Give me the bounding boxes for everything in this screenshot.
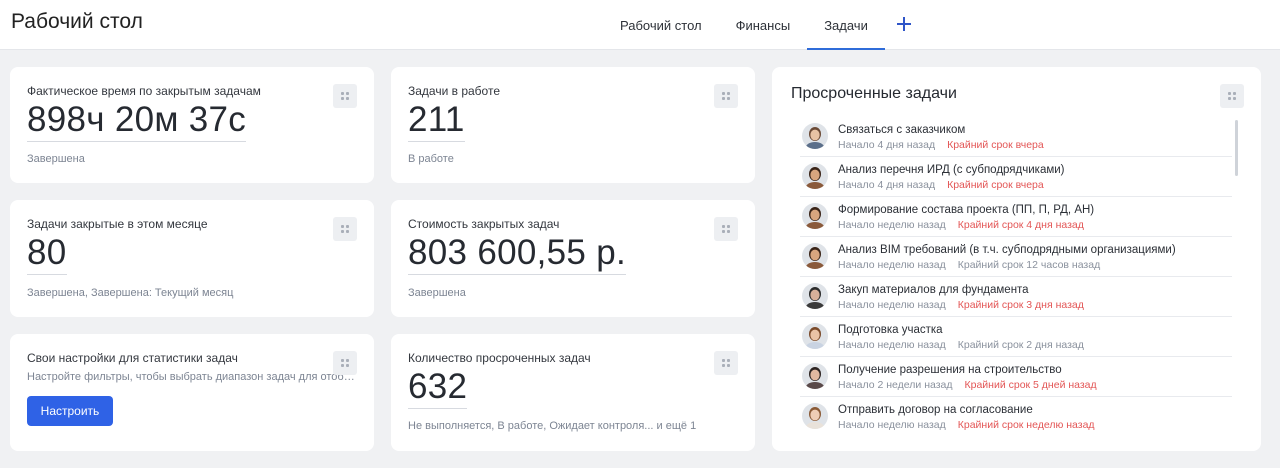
task-start: Начало неделю назад <box>838 299 946 311</box>
avatar <box>802 283 828 309</box>
task-start: Начало 4 дня назад <box>838 179 936 191</box>
drag-handle-icon[interactable] <box>333 217 357 241</box>
overdue-tasks-panel: Просроченные задачи Связаться с заказчик… <box>772 67 1261 451</box>
task-row[interactable]: Получение разрешения на строительство Нач… <box>800 357 1232 397</box>
widget-title: Свои настройки для статистики задач <box>27 351 238 365</box>
task-title[interactable]: Отправить договор на согласование <box>838 404 1033 416</box>
task-meta: Начало неделю назад Крайний срок неделю н… <box>838 419 1095 431</box>
task-meta: Начало 4 дня назад Крайний срок вчера <box>838 179 1044 191</box>
task-start: Начало 2 недели назад <box>838 379 953 391</box>
widget-value[interactable]: 803 600,55 р. <box>408 233 626 275</box>
drag-handle-icon[interactable] <box>714 351 738 375</box>
task-start: Начало неделю назад <box>838 259 946 271</box>
avatar <box>802 243 828 269</box>
plus-icon[interactable] <box>895 15 913 33</box>
task-title[interactable]: Связаться с заказчиком <box>838 124 965 136</box>
widget-value[interactable]: 80 <box>27 233 67 275</box>
page-title: Рабочий стол <box>11 10 143 33</box>
top-bar: Рабочий стол Рабочий стол Финансы Задачи <box>0 0 1280 50</box>
task-row[interactable]: Закуп материалов для фундамента Начало не… <box>800 277 1232 317</box>
panel-title: Просроченные задачи <box>791 85 957 102</box>
tab-desktop[interactable]: Рабочий стол <box>603 0 719 50</box>
task-start: Начало неделю назад <box>838 419 946 431</box>
widget-closed-cost: Стоимость закрытых задач 803 600,55 р. З… <box>391 200 755 317</box>
task-meta: Начало неделю назад Крайний срок 12 часов… <box>838 259 1100 271</box>
task-start: Начало неделю назад <box>838 339 946 351</box>
task-deadline: Крайний срок 5 дней назад <box>964 379 1097 391</box>
widget-custom-settings: Свои настройки для статистики задач Наст… <box>10 334 374 451</box>
task-start: Начало неделю назад <box>838 219 946 231</box>
widget-title: Задачи закрытые в этом месяце <box>27 217 208 231</box>
avatar <box>802 203 828 229</box>
task-meta: Начало неделю назад Крайний срок 2 дня на… <box>838 339 1084 351</box>
tab-bar: Рабочий стол Финансы Задачи <box>603 0 885 50</box>
widget-actual-time: Фактическое время по закрытым задачам 89… <box>10 67 374 183</box>
task-row[interactable]: Анализ перечня ИРД (с субподрядчиками) На… <box>800 157 1232 197</box>
drag-handle-icon[interactable] <box>1220 84 1244 108</box>
widget-value[interactable]: 898ч 20м 37с <box>27 100 247 142</box>
task-meta: Начало неделю назад Крайний срок 4 дня на… <box>838 219 1084 231</box>
widget-note: Не выполняется, В работе, Ожидает контро… <box>408 420 697 432</box>
task-title[interactable]: Подготовка участка <box>838 324 943 336</box>
task-deadline: Крайний срок 12 часов назад <box>957 259 1101 271</box>
task-row[interactable]: Анализ BIM требований (в т.ч. субподрядн… <box>800 237 1232 277</box>
drag-handle-icon[interactable] <box>714 84 738 108</box>
widget-note: Завершена <box>27 153 85 165</box>
widget-closed-this-month: Задачи закрытые в этом месяце 80 Заверше… <box>10 200 374 317</box>
widget-title: Фактическое время по закрытым задачам <box>27 84 261 98</box>
avatar <box>802 363 828 389</box>
widget-value[interactable]: 632 <box>408 367 468 409</box>
drag-handle-icon[interactable] <box>333 84 357 108</box>
tab-finance[interactable]: Финансы <box>719 0 808 50</box>
task-row[interactable]: Формирование состава проекта (ПП, П, РД,… <box>800 197 1232 237</box>
task-title[interactable]: Формирование состава проекта (ПП, П, РД,… <box>838 204 1094 216</box>
task-list: Связаться с заказчиком Начало 4 дня назад… <box>800 117 1232 437</box>
widget-note: Завершена <box>408 287 466 299</box>
task-meta: Начало неделю назад Крайний срок 3 дня на… <box>838 299 1084 311</box>
task-start: Начало 4 дня назад <box>838 139 936 151</box>
task-title[interactable]: Анализ BIM требований (в т.ч. субподрядн… <box>838 244 1176 256</box>
task-deadline: Крайний срок неделю назад <box>957 419 1095 431</box>
drag-handle-icon[interactable] <box>714 217 738 241</box>
drag-handle-icon[interactable] <box>333 351 357 375</box>
task-deadline: Крайний срок вчера <box>947 139 1044 151</box>
widget-title: Задачи в работе <box>408 84 500 98</box>
task-deadline: Крайний срок 3 дня назад <box>957 299 1084 311</box>
task-deadline: Крайний срок 4 дня назад <box>957 219 1084 231</box>
widget-title: Количество просроченных задач <box>408 351 591 365</box>
widget-in-progress: Задачи в работе 211 В работе <box>391 67 755 183</box>
task-deadline: Крайний срок 2 дня назад <box>957 339 1084 351</box>
widget-description: Настройте фильтры, чтобы выбрать диапазо… <box>27 371 357 383</box>
widget-title: Стоимость закрытых задач <box>408 217 560 231</box>
task-title[interactable]: Получение разрешения на строительство <box>838 364 1062 376</box>
task-row[interactable]: Связаться с заказчиком Начало 4 дня назад… <box>800 117 1232 157</box>
task-title[interactable]: Закуп материалов для фундамента <box>838 284 1029 296</box>
avatar <box>802 323 828 349</box>
task-row[interactable]: Отправить договор на согласование Начало … <box>800 397 1232 437</box>
scrollbar[interactable] <box>1235 120 1238 176</box>
widget-note: Завершена, Завершена: Текущий месяц <box>27 287 234 299</box>
widget-overdue-count: Количество просроченных задач 632 Не вып… <box>391 334 755 451</box>
task-deadline: Крайний срок вчера <box>947 179 1044 191</box>
widget-value[interactable]: 211 <box>408 100 465 142</box>
task-row[interactable]: Подготовка участка Начало неделю назад Кра… <box>800 317 1232 357</box>
avatar <box>802 163 828 189</box>
tab-tasks[interactable]: Задачи <box>807 0 885 50</box>
task-title[interactable]: Анализ перечня ИРД (с субподрядчиками) <box>838 164 1065 176</box>
avatar <box>802 123 828 149</box>
configure-button[interactable]: Настроить <box>27 396 113 426</box>
widget-note: В работе <box>408 153 454 165</box>
task-meta: Начало 2 недели назад Крайний срок 5 дней… <box>838 379 1097 391</box>
task-meta: Начало 4 дня назад Крайний срок вчера <box>838 139 1044 151</box>
avatar <box>802 403 828 429</box>
